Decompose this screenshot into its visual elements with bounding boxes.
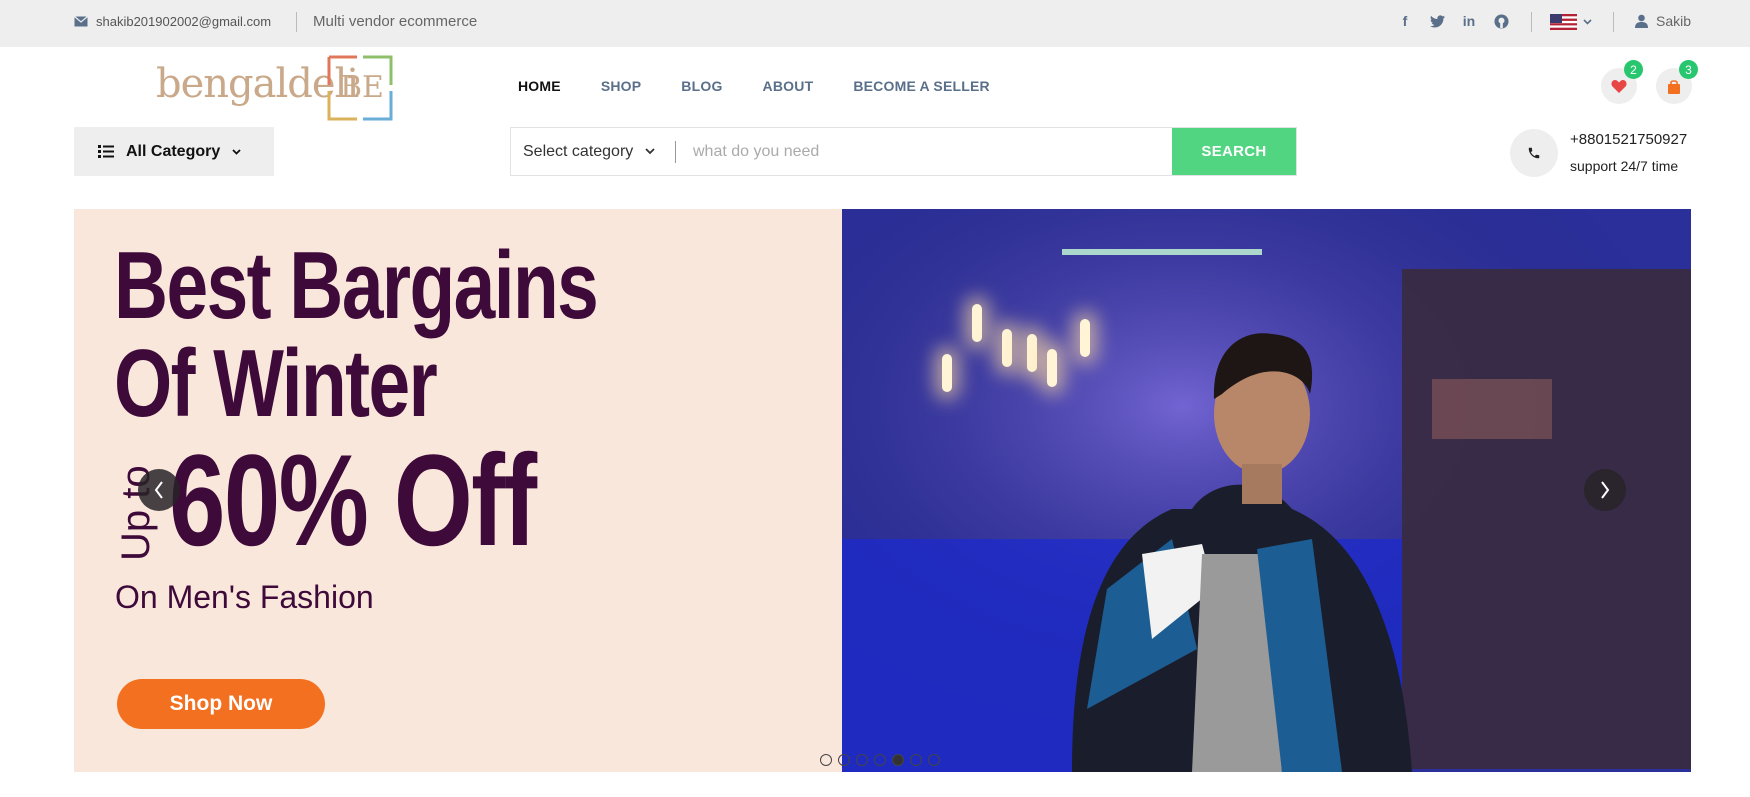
light-decoration	[972, 304, 982, 342]
divider	[1613, 12, 1614, 32]
hero-line-2: Of Winter	[114, 330, 438, 437]
slider-next-button[interactable]	[1584, 469, 1626, 511]
hero-image	[842, 209, 1691, 772]
slider-prev-button[interactable]	[138, 469, 180, 511]
slider-dot[interactable]	[874, 754, 886, 766]
mail-icon	[74, 16, 88, 27]
linkedin-icon[interactable]: in	[1460, 12, 1478, 30]
wishlist-count: 2	[1624, 60, 1643, 79]
search-bar: Select category SEARCH	[510, 127, 1297, 176]
light-decoration	[942, 354, 952, 392]
slider-dot[interactable]	[910, 754, 922, 766]
support-text: support 24/7 time	[1570, 158, 1679, 174]
chevron-left-icon	[154, 481, 163, 499]
top-bar: shakib201902002@gmail.com Multi vendor e…	[0, 0, 1750, 47]
search-button[interactable]: SEARCH	[1172, 128, 1296, 175]
heart-icon	[1611, 80, 1627, 93]
search-input[interactable]	[676, 128, 1172, 175]
slider-dots	[820, 754, 940, 766]
user-name: Sakib	[1656, 13, 1692, 29]
light-decoration	[1027, 334, 1037, 372]
main-nav: HOME SHOP BLOG ABOUT BECOME A SELLER	[518, 78, 1030, 94]
shopping-bag-icon	[1668, 79, 1680, 94]
light-decoration	[1080, 319, 1090, 357]
twitter-icon[interactable]	[1428, 12, 1446, 30]
hero-photo	[842, 209, 1691, 772]
category-select-label: Select category	[523, 142, 634, 160]
nav-become-seller[interactable]: BECOME A SELLER	[853, 78, 990, 94]
logo-mark: BE	[327, 55, 393, 121]
category-select[interactable]: Select category	[511, 128, 676, 175]
light-decoration	[1047, 349, 1057, 387]
nav-about[interactable]: ABOUT	[763, 78, 814, 94]
user-menu[interactable]: Sakib	[1635, 13, 1691, 29]
shop-now-button[interactable]: Shop Now	[117, 679, 325, 729]
email-text: shakib201902002@gmail.com	[96, 14, 272, 29]
slider-dot[interactable]	[838, 754, 850, 766]
chevron-down-icon	[232, 148, 241, 155]
all-category-label: All Category	[126, 142, 221, 160]
slider-dot-active[interactable]	[892, 754, 904, 766]
us-flag-icon	[1550, 14, 1577, 30]
github-icon[interactable]	[1492, 12, 1510, 30]
hero-subline: On Men's Fashion	[115, 579, 374, 615]
nav-blog[interactable]: BLOG	[681, 78, 722, 94]
contact-email[interactable]: shakib201902002@gmail.com	[74, 14, 271, 29]
slider-dot[interactable]	[928, 754, 940, 766]
nav-shop[interactable]: SHOP	[601, 78, 641, 94]
svg-text:BE: BE	[340, 70, 384, 105]
tagline: Multi vendor ecommerce	[313, 13, 478, 30]
wishlist-button[interactable]: 2	[1601, 60, 1643, 104]
user-icon	[1635, 14, 1648, 28]
language-selector[interactable]	[1550, 14, 1592, 30]
site-logo[interactable]: bengaldeli BE	[156, 55, 396, 121]
cart-count: 3	[1679, 60, 1698, 79]
hero-text-panel: Best Bargains Of Winter Up to 60% Off On…	[74, 209, 842, 772]
phone-icon	[1528, 147, 1540, 159]
chevron-down-icon	[645, 148, 655, 155]
nav-home[interactable]: HOME	[518, 78, 561, 94]
chevron-down-icon	[1583, 19, 1592, 25]
divider	[1531, 12, 1532, 32]
phone-icon-wrap	[1510, 129, 1558, 177]
cart-button[interactable]: 3	[1656, 60, 1698, 104]
all-category-dropdown[interactable]: All Category	[74, 127, 274, 176]
slider-dot[interactable]	[856, 754, 868, 766]
hero-discount: 60% Off	[169, 427, 537, 573]
slider-dot[interactable]	[820, 754, 832, 766]
hero-line-1: Best Bargains	[114, 232, 599, 339]
social-links: f in	[1396, 12, 1510, 30]
support-phone[interactable]: +8801521750927	[1570, 131, 1687, 148]
light-decoration	[1002, 329, 1012, 367]
chevron-right-icon	[1601, 481, 1610, 499]
hero-slider: Best Bargains Of Winter Up to 60% Off On…	[74, 209, 1691, 772]
list-icon	[98, 145, 114, 158]
facebook-icon[interactable]: f	[1396, 12, 1414, 30]
divider	[296, 12, 297, 32]
